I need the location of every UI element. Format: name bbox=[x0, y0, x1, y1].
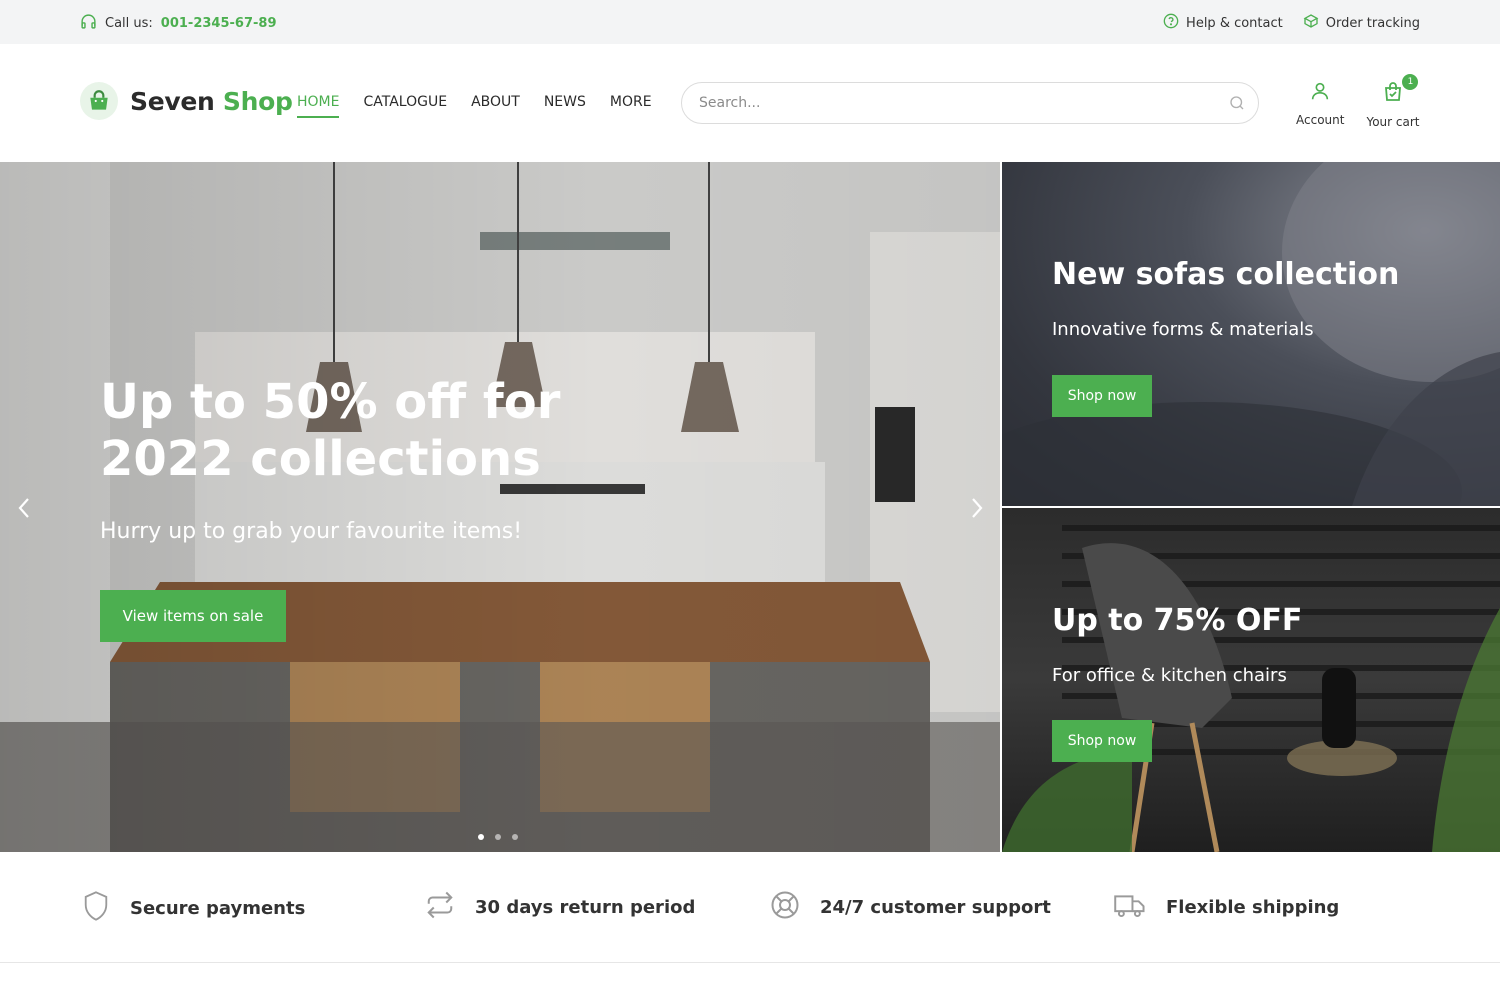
cart-label: Your cart bbox=[1366, 115, 1420, 129]
slider-dot-3[interactable] bbox=[512, 834, 518, 840]
search-input[interactable] bbox=[699, 91, 1199, 115]
search-bar bbox=[681, 82, 1259, 124]
lifebuoy-icon bbox=[770, 890, 800, 925]
hero-subtitle: Hurry up to grab your favourite items! bbox=[100, 519, 523, 544]
help-circle-icon bbox=[1163, 13, 1179, 33]
promo-sofas: New sofas collection Innovative forms & … bbox=[1002, 162, 1500, 506]
account-label: Account bbox=[1296, 113, 1345, 127]
promo-chairs-title: Up to 75% OFF bbox=[1052, 603, 1303, 638]
cart-icon bbox=[1381, 80, 1405, 107]
nav-news[interactable]: NEWS bbox=[544, 94, 586, 118]
view-items-on-sale-button[interactable]: View items on sale bbox=[100, 590, 286, 642]
feature-return-period: 30 days return period bbox=[425, 890, 695, 925]
feature-flexible-shipping-label: Flexible shipping bbox=[1166, 897, 1340, 918]
nav-more[interactable]: MORE bbox=[610, 94, 652, 118]
hero-slider: Up to 50% off for 2022 collections Hurry… bbox=[0, 162, 1000, 852]
help-contact-link[interactable]: Help & contact bbox=[1163, 13, 1283, 33]
order-tracking-link[interactable]: Order tracking bbox=[1303, 13, 1420, 33]
chevron-right-icon bbox=[969, 498, 985, 523]
brand-name: Seven Shop bbox=[130, 87, 293, 116]
hero-overlay bbox=[0, 162, 1000, 852]
truck-icon bbox=[1114, 890, 1146, 925]
promo-chairs: Up to 75% OFF For office & kitchen chair… bbox=[1002, 508, 1500, 852]
order-tracking-label: Order tracking bbox=[1325, 15, 1420, 31]
phone-link[interactable]: 001-2345-67-89 bbox=[161, 16, 277, 31]
call-us-label: Call us: bbox=[105, 16, 153, 31]
nav-catalogue[interactable]: CATALOGUE bbox=[363, 94, 447, 118]
feature-secure-payments-label: Secure payments bbox=[130, 898, 306, 919]
chevron-left-icon bbox=[16, 498, 32, 523]
user-icon bbox=[1309, 80, 1331, 105]
shield-icon bbox=[82, 890, 110, 927]
brand-name-part2: Shop bbox=[222, 86, 293, 116]
feature-secure-payments: Secure payments bbox=[82, 890, 305, 927]
help-contact-label: Help & contact bbox=[1186, 15, 1283, 31]
slider-dot-2[interactable] bbox=[495, 834, 501, 840]
nav-home[interactable]: HOME bbox=[297, 94, 340, 118]
features-bar: Secure payments 30 days return period 24… bbox=[0, 852, 1500, 963]
shopping-bag-icon bbox=[80, 82, 118, 120]
brand-name-part1: Seven bbox=[130, 86, 215, 116]
cart-button[interactable]: 1 Your cart bbox=[1366, 74, 1420, 129]
slider-dot-1[interactable] bbox=[478, 834, 484, 840]
main-nav: HOME CATALOGUE ABOUT NEWS MORE bbox=[297, 94, 652, 118]
feature-customer-support-label: 24/7 customer support bbox=[820, 897, 1051, 918]
promo-sofas-subtitle: Innovative forms & materials bbox=[1052, 319, 1314, 340]
feature-flexible-shipping: Flexible shipping bbox=[1114, 890, 1339, 925]
call-us: Call us: 001-2345-67-89 bbox=[80, 13, 276, 34]
account-button[interactable]: Account bbox=[1296, 80, 1344, 129]
shop-now-sofas-button[interactable]: Shop now bbox=[1052, 375, 1152, 417]
return-arrows-icon bbox=[425, 890, 455, 925]
nav-about[interactable]: ABOUT bbox=[471, 94, 520, 118]
headset-icon bbox=[80, 13, 97, 34]
promo-sofas-title: New sofas collection bbox=[1052, 257, 1400, 292]
top-bar: Call us: 001-2345-67-89 Help & contact O… bbox=[0, 0, 1500, 44]
search-icon[interactable] bbox=[1228, 94, 1246, 116]
shop-now-chairs-button[interactable]: Shop now bbox=[1052, 720, 1152, 762]
promo-chairs-subtitle: For office & kitchen chairs bbox=[1052, 665, 1287, 686]
hero-title: Up to 50% off for 2022 collections bbox=[100, 374, 561, 487]
slider-next-button[interactable] bbox=[967, 496, 987, 520]
main-header: Seven Shop HOME CATALOGUE ABOUT NEWS MOR… bbox=[0, 44, 1500, 162]
package-icon bbox=[1303, 13, 1319, 33]
logo[interactable]: Seven Shop bbox=[80, 82, 293, 120]
slider-dots bbox=[478, 834, 518, 840]
feature-customer-support: 24/7 customer support bbox=[770, 890, 1051, 925]
feature-return-period-label: 30 days return period bbox=[475, 897, 696, 918]
slider-prev-button[interactable] bbox=[14, 496, 34, 520]
cart-count-badge: 1 bbox=[1402, 74, 1419, 90]
